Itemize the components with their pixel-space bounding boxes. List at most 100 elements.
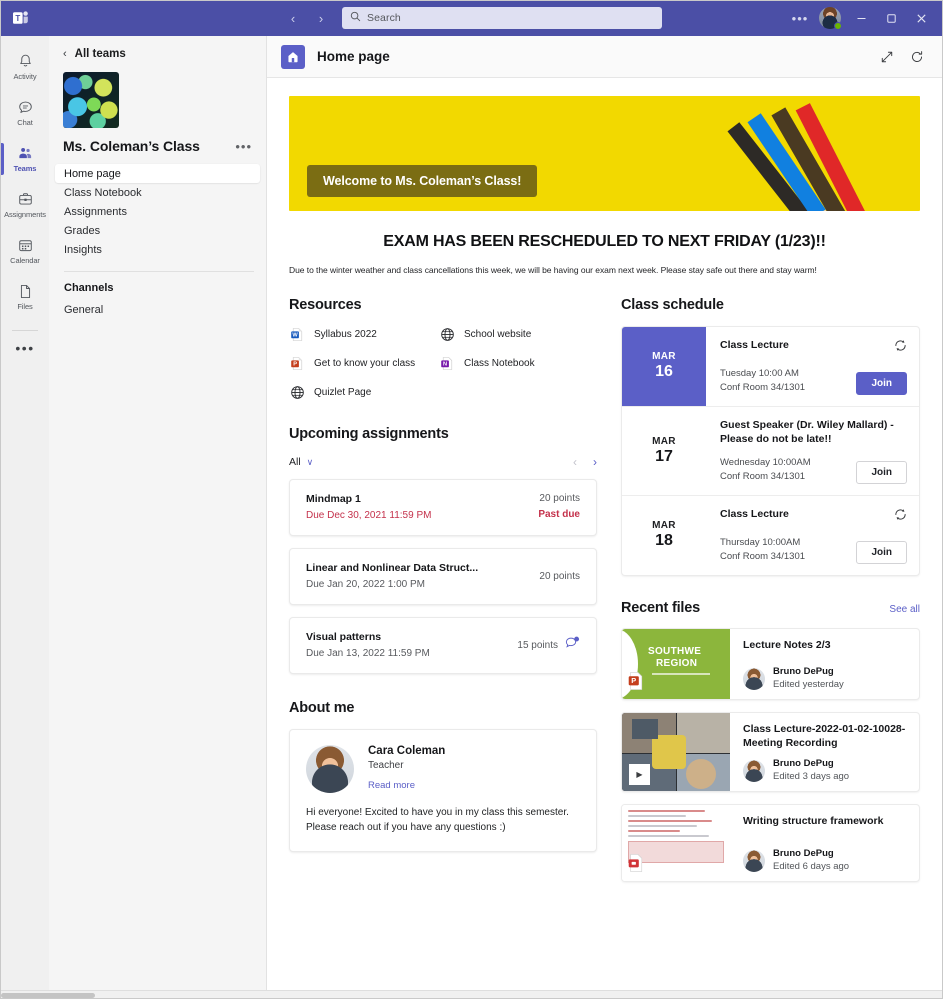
schedule-event-row[interactable]: MAR 17 Guest Speaker (Dr. Wiley Mallard)… (622, 407, 919, 496)
svg-text:W: W (292, 332, 298, 338)
comment-icon[interactable] (565, 636, 580, 655)
maximize-button[interactable] (877, 4, 905, 32)
minimize-button[interactable] (847, 4, 875, 32)
event-name: Class Lecture (720, 507, 886, 521)
back-button[interactable]: ‹ (280, 5, 306, 31)
join-button[interactable]: Join (856, 541, 907, 564)
sidebar-item-class-notebook[interactable]: Class Notebook (55, 183, 260, 202)
settings-more-button[interactable]: ••• (787, 5, 813, 31)
svg-text:N: N (443, 361, 447, 367)
schedule-event-row[interactable]: MAR 16 Class Lecture (622, 327, 919, 407)
right-column: Class schedule MAR 16 Class Lecture (621, 297, 920, 894)
tab-actions (880, 50, 924, 64)
assignment-due: Due Jan 20, 2022 1:00 PM (306, 579, 527, 590)
pdf-icon (628, 853, 645, 873)
assignment-card[interactable]: Visual patterns Due Jan 13, 2022 11:59 P… (289, 617, 597, 674)
resource-link-quizlet-page[interactable]: Quizlet Page (289, 384, 439, 400)
assignment-card[interactable]: Linear and Nonlinear Data Struct... Due … (289, 548, 597, 605)
teacher-avatar (306, 745, 354, 793)
rail-item-activity[interactable]: Activity (1, 44, 49, 90)
file-edited: Edited 6 days ago (773, 861, 849, 873)
assignment-name: Visual patterns (306, 631, 505, 643)
announcement-body: Due to the winter weather and class canc… (289, 265, 920, 275)
event-date-badge: MAR 16 (622, 327, 706, 406)
recent-file-card[interactable]: ▶ Class Lecture-2022-01-02-10028-Meeting… (621, 712, 920, 792)
app-rail: Activity Chat Teams (1, 36, 49, 990)
content-area: Home page (267, 36, 942, 990)
resource-label: Quizlet Page (314, 387, 371, 398)
teams-icon (17, 145, 34, 162)
svg-text:P: P (293, 361, 297, 367)
recurring-icon (894, 507, 907, 526)
announcement-headline: EXAM HAS BEEN RESCHEDULED TO NEXT FRIDAY… (289, 233, 920, 251)
avatar[interactable] (819, 7, 841, 29)
assignments-prev-button[interactable]: ‹ (573, 455, 577, 469)
rail-label-chat: Chat (17, 118, 32, 127)
rail-item-files[interactable]: Files (1, 274, 49, 320)
event-time: Thursday 10:00AM (720, 536, 856, 550)
team-sidebar: ‹ All teams Ms. Coleman’s Class ••• Home… (49, 36, 267, 990)
file-name: Lecture Notes 2/3 (743, 638, 907, 652)
file-author: Bruno DePug (773, 848, 849, 860)
sidebar-item-insights[interactable]: Insights (55, 240, 260, 259)
resource-link-syllabus[interactable]: W Syllabus 2022 (289, 326, 439, 342)
resource-link-get-to-know-your-class[interactable]: P Get to know your class (289, 355, 439, 371)
recurring-icon (894, 338, 907, 357)
recent-file-card[interactable]: SOUTHWE REGION P (621, 628, 920, 700)
close-button[interactable] (907, 4, 935, 32)
refresh-icon[interactable] (910, 50, 924, 64)
file-author: Bruno DePug (773, 758, 849, 770)
join-button[interactable]: Join (856, 372, 907, 395)
assignments-filter-label: All (289, 456, 301, 468)
search-input[interactable]: Search (342, 7, 662, 29)
channels-heading: Channels (49, 282, 266, 294)
expand-icon[interactable] (880, 50, 894, 64)
left-column: Resources W (289, 297, 597, 852)
all-teams-back-link[interactable]: ‹ All teams (49, 48, 266, 60)
play-icon[interactable]: ▶ (629, 764, 650, 785)
resource-label: School website (464, 329, 531, 340)
sidebar-item-home-page[interactable]: Home page (55, 164, 260, 183)
event-day: 17 (655, 447, 673, 467)
presence-badge (834, 22, 842, 30)
rail-more-apps-button[interactable]: ••• (1, 333, 49, 363)
sidebar-item-grades[interactable]: Grades (55, 221, 260, 240)
read-more-link[interactable]: Read more (368, 780, 445, 791)
channel-item-general[interactable]: General (49, 300, 266, 319)
globe-icon (439, 326, 455, 342)
join-button[interactable]: Join (856, 461, 907, 484)
team-avatar[interactable] (63, 72, 119, 128)
see-all-link[interactable]: See all (889, 604, 920, 615)
bell-icon (17, 53, 34, 70)
recent-file-card[interactable]: Writing structure framework Bruno DePug … (621, 804, 920, 882)
rail-item-teams[interactable]: Teams (1, 136, 49, 182)
sidebar-item-assignments[interactable]: Assignments (55, 202, 260, 221)
class-schedule-title: Class schedule (621, 297, 920, 313)
horizontal-scrollbar[interactable] (0, 990, 943, 999)
thumb-line-2: REGION (656, 658, 697, 669)
resource-link-class-notebook[interactable]: N Class Notebook (439, 355, 597, 371)
assignments-next-button[interactable]: › (593, 455, 597, 469)
rail-item-calendar[interactable]: Calendar (1, 228, 49, 274)
scrollbar-thumb[interactable] (1, 993, 95, 998)
assignments-filter-dropdown[interactable]: All ∨ (289, 456, 313, 468)
globe-icon (289, 384, 305, 400)
page-title: Home page (317, 49, 390, 64)
file-thumbnail: ▶ (622, 713, 730, 791)
teacher-role: Teacher (368, 760, 445, 771)
forward-button[interactable]: › (308, 5, 334, 31)
rail-item-assignments[interactable]: Assignments (1, 182, 49, 228)
window-body: Activity Chat Teams (0, 36, 943, 990)
team-more-options-button[interactable]: ••• (231, 139, 256, 154)
resource-link-school-website[interactable]: School website (439, 326, 597, 342)
page-scroll-region: Welcome to Ms. Coleman’s Class! EXAM HAS… (267, 78, 942, 990)
rail-label-activity: Activity (14, 72, 37, 81)
schedule-event-row[interactable]: MAR 18 Class Lecture (622, 496, 919, 575)
event-location: Conf Room 34/1301 (720, 550, 856, 564)
chat-icon (17, 99, 34, 116)
event-month: MAR (652, 436, 676, 447)
sidebar-divider (64, 271, 254, 272)
assignment-card[interactable]: Mindmap 1 Due Dec 30, 2021 11:59 PM 20 p… (289, 479, 597, 536)
rail-item-chat[interactable]: Chat (1, 90, 49, 136)
two-column-layout: Resources W (289, 297, 920, 894)
